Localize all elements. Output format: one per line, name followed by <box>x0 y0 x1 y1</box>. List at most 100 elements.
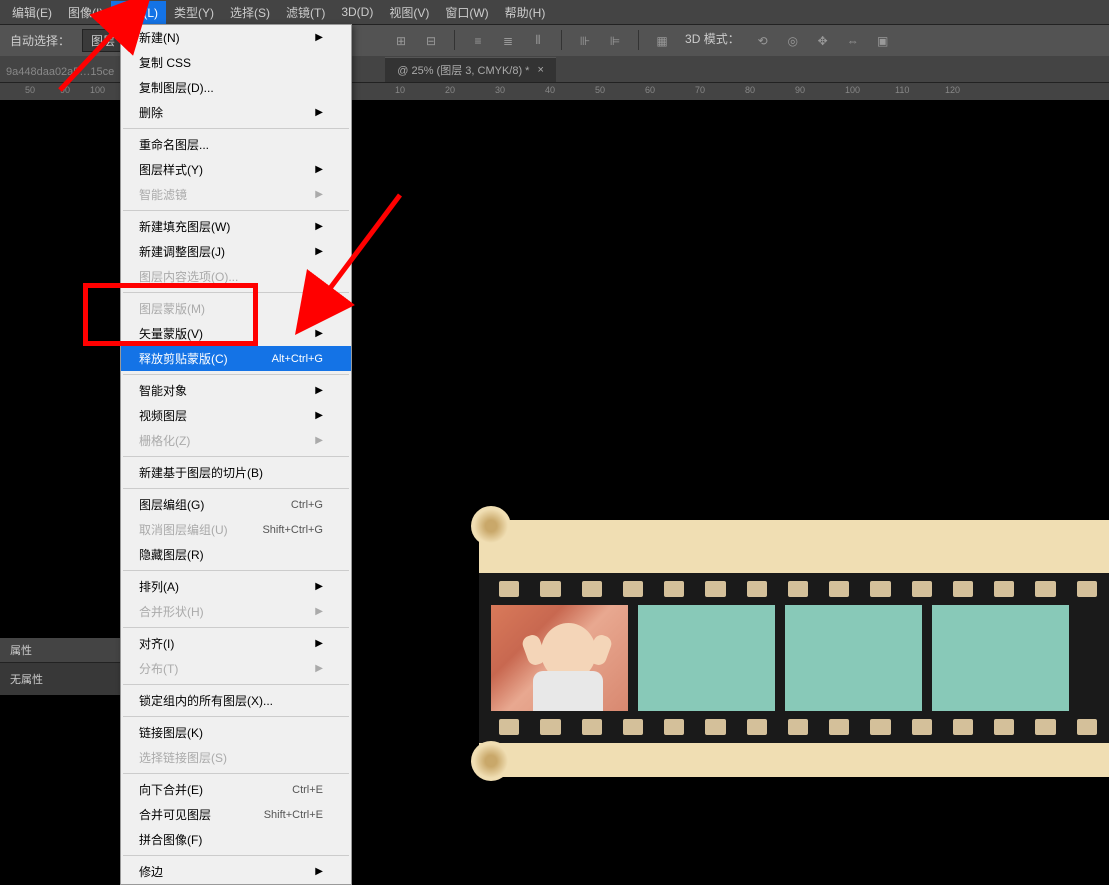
submenu-arrow-icon: ▶ <box>315 246 323 257</box>
menubar-item[interactable]: 图像(I) <box>60 1 111 24</box>
menubar-item[interactable]: 编辑(E) <box>4 1 60 24</box>
align-icon[interactable]: ⫴ <box>527 30 549 52</box>
align-icon[interactable]: ≡ <box>467 30 489 52</box>
ornament-icon <box>471 506 511 546</box>
3d-orbit-icon[interactable]: ⟲ <box>752 30 774 52</box>
film-sprocket-row <box>479 711 1109 743</box>
menu-item[interactable]: 新建调整图层(J)▶ <box>121 239 351 264</box>
menubar-item[interactable]: 窗口(W) <box>437 1 496 24</box>
menubar-item[interactable]: 视图(V) <box>381 1 437 24</box>
distribute-icon[interactable]: ⊫ <box>604 30 626 52</box>
menu-separator <box>123 128 349 129</box>
sprocket-hole <box>664 581 684 597</box>
sprocket-hole <box>912 581 932 597</box>
menu-item[interactable]: 排列(A)▶ <box>121 574 351 599</box>
menu-item[interactable]: 图层编组(G)Ctrl+G <box>121 492 351 517</box>
menu-shortcut: Shift+Ctrl+E <box>264 809 323 821</box>
menu-item[interactable]: 新建填充图层(W)▶ <box>121 214 351 239</box>
ruler-mark: 110 <box>895 85 909 95</box>
align-icon[interactable]: ≣ <box>497 30 519 52</box>
sprocket-hole <box>994 581 1014 597</box>
sprocket-hole <box>788 581 808 597</box>
properties-tab[interactable]: 属性 <box>0 638 120 663</box>
auto-select-label: 自动选择： <box>6 32 74 49</box>
sprocket-hole <box>829 581 849 597</box>
film-frame-empty <box>932 605 1069 711</box>
ruler-mark: 70 <box>695 85 705 95</box>
menu-item[interactable]: 隐藏图层(R) <box>121 542 351 567</box>
document-tab-active[interactable]: @ 25% (图层 3, CMYK/8) * × <box>385 57 556 82</box>
sprocket-hole <box>953 581 973 597</box>
tool-icon-group: ⊞ ⊟ ≡ ≣ ⫴ ⊪ ⊫ ▦ 3D 模式： ⟲ ◎ ✥ ⇔ ▣ <box>390 30 894 52</box>
submenu-arrow-icon: ▶ <box>315 606 323 617</box>
3d-slide-icon[interactable]: ⇔ <box>842 30 864 52</box>
menu-item[interactable]: 链接图层(K) <box>121 720 351 745</box>
film-frame-empty <box>785 605 922 711</box>
menubar-item[interactable]: 选择(S) <box>222 1 278 24</box>
menu-item[interactable]: 复制 CSS <box>121 50 351 75</box>
submenu-arrow-icon: ▶ <box>315 638 323 649</box>
menubar-item[interactable]: 滤镜(T) <box>278 1 333 24</box>
menu-item[interactable]: 矢量蒙版(V)▶ <box>121 321 351 346</box>
menubar-item[interactable]: 类型(Y) <box>166 1 222 24</box>
align-icon[interactable]: ⊟ <box>420 30 442 52</box>
menu-item[interactable]: 释放剪贴蒙版(C)Alt+Ctrl+G <box>121 346 351 371</box>
close-tab-icon[interactable]: × <box>537 64 543 76</box>
menu-item[interactable]: 复制图层(D)... <box>121 75 351 100</box>
submenu-arrow-icon: ▶ <box>315 32 323 43</box>
sprocket-hole <box>870 719 890 735</box>
menu-item[interactable]: 对齐(I)▶ <box>121 631 351 656</box>
sprocket-hole <box>1035 581 1055 597</box>
ruler-mark: 100 <box>90 85 105 95</box>
menubar-item[interactable]: 图层(L) <box>111 1 166 24</box>
ruler-mark: 30 <box>495 85 505 95</box>
3d-roll-icon[interactable]: ◎ <box>782 30 804 52</box>
film-frame-empty <box>638 605 775 711</box>
menu-item[interactable]: 新建基于图层的切片(B) <box>121 460 351 485</box>
submenu-arrow-icon: ▶ <box>315 107 323 118</box>
ruler-mark: 40 <box>545 85 555 95</box>
sprocket-hole <box>582 581 602 597</box>
3d-pan-icon[interactable]: ✥ <box>812 30 834 52</box>
submenu-arrow-icon: ▶ <box>315 663 323 674</box>
submenu-arrow-icon: ▶ <box>315 221 323 232</box>
properties-none: 无属性 <box>0 663 120 695</box>
sprocket-hole <box>540 719 560 735</box>
menu-item[interactable]: 锁定组内的所有图层(X)... <box>121 688 351 713</box>
distribute-icon[interactable]: ⊪ <box>574 30 596 52</box>
menu-separator <box>123 627 349 628</box>
menubar-item[interactable]: 3D(D) <box>333 2 381 22</box>
sprocket-hole <box>499 581 519 597</box>
ruler-mark: 10 <box>395 85 405 95</box>
menu-item[interactable]: 视频图层▶ <box>121 403 351 428</box>
ruler-mark: 20 <box>445 85 455 95</box>
film-frame-photo <box>491 605 628 711</box>
menu-item[interactable]: 图层样式(Y)▶ <box>121 157 351 182</box>
menu-item[interactable]: 合并可见图层Shift+Ctrl+E <box>121 802 351 827</box>
ruler-mark: 50 <box>25 85 35 95</box>
menu-item[interactable]: 修边▶ <box>121 859 351 884</box>
menubar-item[interactable]: 帮助(H) <box>497 1 554 24</box>
menu-shortcut: Shift+Ctrl+G <box>262 524 323 536</box>
submenu-arrow-icon: ▶ <box>315 435 323 446</box>
menu-item: 选择链接图层(S) <box>121 745 351 770</box>
3d-camera-icon[interactable]: ▣ <box>872 30 894 52</box>
sprocket-hole <box>705 581 725 597</box>
align-icon[interactable]: ⊞ <box>390 30 412 52</box>
menu-separator <box>123 488 349 489</box>
menu-item[interactable]: 向下合并(E)Ctrl+E <box>121 777 351 802</box>
menu-separator <box>123 855 349 856</box>
film-strip-artwork <box>479 520 1109 777</box>
menu-shortcut: Alt+Ctrl+G <box>272 353 323 365</box>
menu-item[interactable]: 拼合图像(F) <box>121 827 351 852</box>
menu-item[interactable]: 新建(N)▶ <box>121 25 351 50</box>
grid-icon[interactable]: ▦ <box>651 30 673 52</box>
main-menubar: 编辑(E)图像(I)图层(L)类型(Y)选择(S)滤镜(T)3D(D)视图(V)… <box>0 0 1109 24</box>
menu-item[interactable]: 智能对象▶ <box>121 378 351 403</box>
menu-item[interactable]: 重命名图层... <box>121 132 351 157</box>
menu-separator <box>123 292 349 293</box>
menu-separator <box>123 773 349 774</box>
layer-dropdown-menu: 新建(N)▶复制 CSS复制图层(D)...删除▶ 重命名图层...图层样式(Y)… <box>120 24 352 885</box>
document-tab-background[interactable]: 9a448daa02a5…15ce <box>0 62 120 82</box>
menu-item[interactable]: 删除▶ <box>121 100 351 125</box>
